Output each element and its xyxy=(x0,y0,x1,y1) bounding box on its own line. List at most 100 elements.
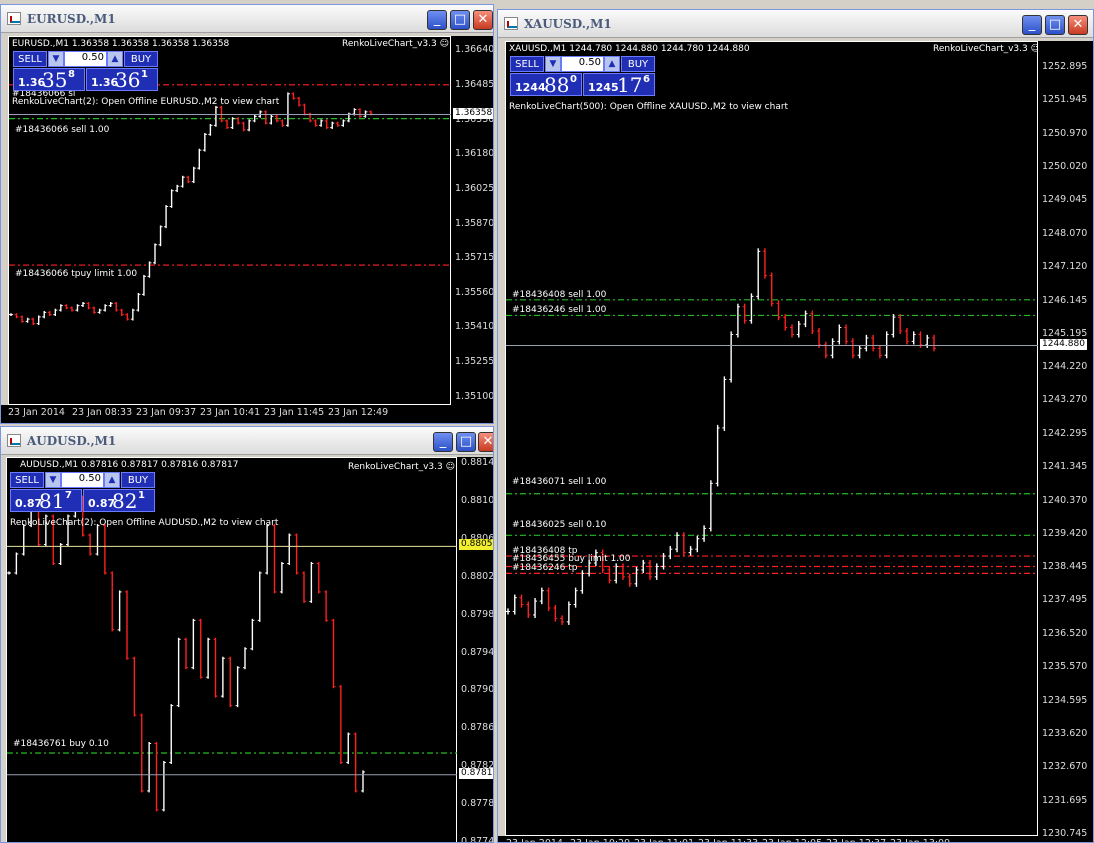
lot-up-icon[interactable]: ▲ xyxy=(107,51,123,67)
price-axis-label: 1.36180 xyxy=(455,147,494,159)
order-label: #18436025 sell 0.10 xyxy=(512,520,607,530)
xauusd-time-axis[interactable]: 23 Jan 2014 23 Jan 10:29 23 Jan 11:01 23 Ja… xyxy=(498,836,1093,842)
price-axis-label: 1246.145 xyxy=(1042,294,1088,306)
buy-price-pips: 82 xyxy=(112,489,138,513)
price-axis-label: 1.36640 xyxy=(455,44,494,55)
current-price-tag: 1244.880 xyxy=(1040,338,1087,350)
close-icon[interactable]: ✕ xyxy=(478,432,493,452)
time-axis-label: 23 Jan 2014 xyxy=(506,838,563,842)
sell-price-box[interactable]: 0.87 81 7 xyxy=(10,489,82,512)
eurusd-price-axis[interactable]: 1.36640 1.36485 1.36330 1.36180 1.36025 1.358… xyxy=(451,36,493,405)
sell-price-pips: 88 xyxy=(544,73,570,97)
price-axis-label: 1233.620 xyxy=(1042,728,1088,740)
window-title: AUDUSD.,M1 xyxy=(27,434,117,448)
price-axis-label: 1234.595 xyxy=(1042,694,1088,706)
order-label-sell: #18436066 sell 1.00 xyxy=(15,125,110,135)
time-axis-label: 23 Jan 12:49 xyxy=(328,407,389,418)
indicator-label: RenkoLiveChart_v3.3 ☺ xyxy=(933,44,1040,54)
sell-price-frac: 0 xyxy=(570,74,577,85)
price-axis-label: 1251.945 xyxy=(1042,93,1088,105)
price-axis-label: 0.87985 xyxy=(461,608,494,620)
price-axis-label: 1.35870 xyxy=(455,217,494,229)
maximize-icon[interactable]: □ xyxy=(456,432,476,452)
eurusd-title-bar[interactable]: EURUSD.,M1 _ □ ✕ xyxy=(1,5,493,33)
indicator-label: RenkoLiveChart_v3.3 ☺ xyxy=(342,39,449,49)
window-title: EURUSD.,M1 xyxy=(27,12,116,26)
sell-button[interactable]: SELL xyxy=(10,472,44,488)
audusd-title-bar[interactable]: AUDUSD.,M1 _ □ ✕ xyxy=(1,427,493,455)
lot-down-icon[interactable]: ▼ xyxy=(45,472,61,488)
audusd-price-axis[interactable]: 0.881450.881050.880650.880250.879850.879… xyxy=(457,457,494,842)
chart-window-icon xyxy=(7,434,21,447)
buy-price-box[interactable]: 0.87 82 1 xyxy=(83,489,155,512)
price-axis-label: 1247.120 xyxy=(1042,260,1088,272)
audusd-chart-area[interactable]: AUDUSD.,M1 0.87816 0.87817 0.87816 0.878… xyxy=(6,457,458,842)
price-axis-label: 1231.695 xyxy=(1042,795,1088,807)
trade-panel: SELL ▼ 0.50 ▲ BUY 1244 88 0 1245 17 6 xyxy=(510,56,655,97)
sell-price-big: 1244 xyxy=(515,81,546,94)
lot-down-icon[interactable]: ▼ xyxy=(545,56,561,72)
xauusd-title-bar[interactable]: XAUUSD.,M1 _ □ ✕ xyxy=(498,10,1093,38)
price-axis-label: 1238.445 xyxy=(1042,561,1088,573)
price-axis-label: 1.35255 xyxy=(455,356,494,368)
eurusd-chart-area[interactable]: EURUSD.,M1 1.36358 1.36358 1.36358 1.363… xyxy=(8,36,452,405)
sell-price-frac: 8 xyxy=(68,69,75,80)
lot-up-icon[interactable]: ▲ xyxy=(104,472,120,488)
highlight-price-tag: 0.88058 xyxy=(459,539,493,551)
sell-button[interactable]: SELL xyxy=(13,51,47,67)
time-axis-label: 23 Jan 11:45 xyxy=(264,407,325,418)
buy-price-frac: 1 xyxy=(141,69,148,80)
time-axis-label: 23 Jan 08:33 xyxy=(72,407,133,418)
lot-size-input[interactable]: 0.50 xyxy=(61,472,104,488)
sell-price-box[interactable]: 1244 88 0 xyxy=(510,73,582,96)
price-axis-label: 1243.270 xyxy=(1042,394,1088,406)
sell-button[interactable]: SELL xyxy=(510,56,544,72)
lot-up-icon[interactable]: ▲ xyxy=(604,56,620,72)
sell-price-box[interactable]: 1.36 35 8 xyxy=(13,68,85,91)
chart-comment: RenkoLiveChart(2): Open Offline AUDUSD.,… xyxy=(10,518,279,528)
buy-price-box[interactable]: 1.36 36 1 xyxy=(86,68,158,91)
maximize-icon[interactable]: □ xyxy=(450,10,470,30)
sell-price-frac: 7 xyxy=(65,490,72,501)
xauusd-window[interactable]: XAUUSD.,M1 _ □ ✕ XAUUSD.,M1 1244.780 124… xyxy=(497,9,1094,843)
price-axis-label: 0.87865 xyxy=(461,722,494,734)
current-price-tag: 1.36358 xyxy=(453,107,493,119)
minimize-icon[interactable]: _ xyxy=(427,10,447,30)
price-axis-label: 1237.495 xyxy=(1042,594,1088,606)
close-icon[interactable]: ✕ xyxy=(1068,15,1088,35)
time-axis-label: 23 Jan 11:33 xyxy=(698,838,758,842)
buy-price-box[interactable]: 1245 17 6 xyxy=(583,73,655,96)
xauusd-price-axis[interactable]: 1252.895 1251.945 1250.970 1250.020 1249.045… xyxy=(1038,41,1093,839)
audusd-price-chart xyxy=(7,495,458,812)
lot-size-input[interactable]: 0.50 xyxy=(561,56,604,72)
price-axis-label: 1.36485 xyxy=(455,78,494,90)
price-axis-label: 0.87905 xyxy=(461,684,494,696)
price-axis-label: 1.35100 xyxy=(455,391,494,402)
close-icon[interactable]: ✕ xyxy=(473,10,493,30)
buy-price-frac: 6 xyxy=(643,74,650,85)
minimize-icon[interactable]: _ xyxy=(1022,15,1042,35)
price-axis-label: 1249.045 xyxy=(1042,194,1088,206)
chart-info: XAUUSD.,M1 1244.780 1244.880 1244.780 12… xyxy=(509,44,750,54)
price-axis-label: 1248.070 xyxy=(1042,228,1088,240)
lot-down-icon[interactable]: ▼ xyxy=(48,51,64,67)
trade-panel: SELL ▼ 0.50 ▲ BUY 1.36 35 8 1.36 36 1 xyxy=(13,51,158,92)
buy-button[interactable]: BUY xyxy=(124,51,158,67)
xauusd-chart-area[interactable]: XAUUSD.,M1 1244.780 1244.880 1244.780 12… xyxy=(505,41,1040,836)
time-axis-label: 23 Jan 2014 xyxy=(8,407,65,418)
maximize-icon[interactable]: □ xyxy=(1045,15,1065,35)
buy-button[interactable]: BUY xyxy=(121,472,155,488)
buy-button[interactable]: BUY xyxy=(621,56,655,72)
lot-size-input[interactable]: 0.50 xyxy=(64,51,107,67)
buy-price-pips: 36 xyxy=(115,68,141,92)
indicator-label: RenkoLiveChart_v3.3 ☺ xyxy=(348,462,455,472)
price-axis-label: 0.88025 xyxy=(461,570,494,582)
price-axis-label: 1241.345 xyxy=(1042,460,1088,472)
price-axis-label: 1235.570 xyxy=(1042,660,1088,672)
eurusd-time-axis[interactable]: 23 Jan 2014 23 Jan 08:33 23 Jan 09:37 23 Ja… xyxy=(1,405,493,423)
price-axis-label: 1242.295 xyxy=(1042,428,1088,440)
price-axis-label: 1.36025 xyxy=(455,182,494,194)
eurusd-window[interactable]: EURUSD.,M1 _ □ ✕ EURUSD.,M1 1.36358 1.36… xyxy=(0,4,494,424)
minimize-icon[interactable]: _ xyxy=(433,432,453,452)
audusd-window[interactable]: AUDUSD.,M1 _ □ ✕ AUDUSD.,M1 0.87816 0.87… xyxy=(0,426,494,843)
